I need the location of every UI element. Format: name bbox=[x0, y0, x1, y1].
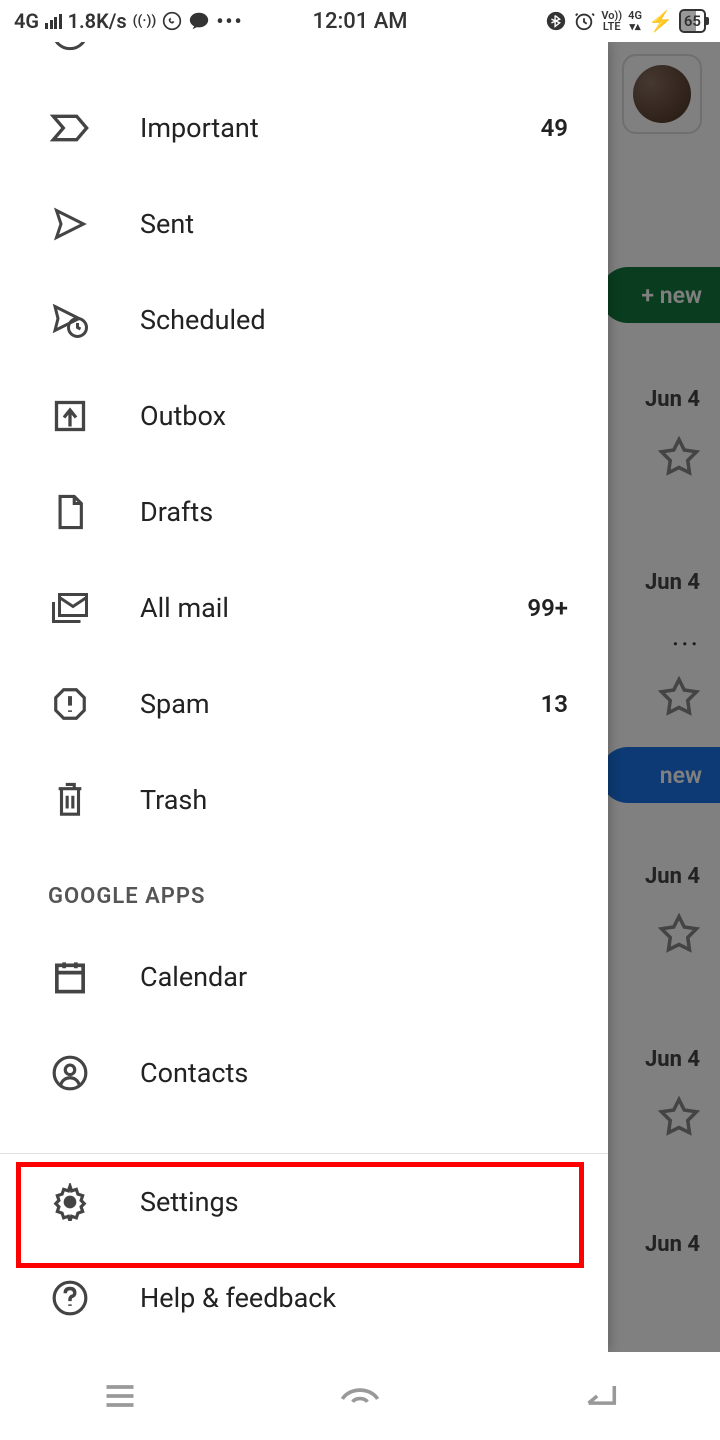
charging-icon: ⚡ bbox=[648, 9, 673, 33]
drawer-item-trash[interactable]: Trash bbox=[0, 752, 608, 848]
alarm-icon bbox=[573, 10, 595, 32]
drawer-count: 99+ bbox=[527, 594, 568, 622]
allmail-icon bbox=[48, 586, 92, 630]
email-date: Jun 4 bbox=[645, 387, 700, 412]
battery-indicator: 65 bbox=[679, 9, 706, 33]
drawer-label: All mail bbox=[140, 592, 527, 624]
calendar-icon bbox=[48, 955, 92, 999]
drawer-count: 13 bbox=[541, 690, 568, 718]
ellipsis: ... bbox=[672, 619, 700, 652]
nav-recent-button[interactable] bbox=[90, 1366, 150, 1426]
new-badge-blue[interactable]: new bbox=[608, 747, 720, 803]
snoozed-icon bbox=[48, 42, 92, 54]
more-icon: ••• bbox=[216, 9, 243, 33]
volte-indicator: Vo)) LTE bbox=[601, 10, 622, 32]
drawer-label: Important bbox=[140, 112, 541, 144]
email-date: Jun 4 bbox=[645, 1047, 700, 1072]
drawer-label: Outbox bbox=[140, 400, 568, 432]
drawer-label: Contacts bbox=[140, 1057, 568, 1089]
contacts-icon bbox=[48, 1051, 92, 1095]
data-speed: 1.8K/s bbox=[68, 9, 127, 33]
drawer-item-drafts[interactable]: Drafts bbox=[0, 464, 608, 560]
4g-indicator-2: 4G ▾▴ bbox=[628, 10, 642, 32]
star-icon[interactable] bbox=[658, 913, 700, 955]
help-icon bbox=[48, 1276, 92, 1320]
drawer-label: Scheduled bbox=[140, 304, 568, 336]
drawer-label: Settings bbox=[140, 1186, 568, 1218]
hotspot-icon: ((·)) bbox=[133, 13, 157, 29]
drawer-label: Snoozed bbox=[140, 42, 568, 48]
drawer-item-calendar[interactable]: Calendar bbox=[0, 929, 608, 1025]
nav-home-button[interactable] bbox=[330, 1366, 390, 1426]
settings-icon bbox=[48, 1180, 92, 1224]
drawer-label: Drafts bbox=[140, 496, 568, 528]
drawer-item-allmail[interactable]: All mail 99+ bbox=[0, 560, 608, 656]
drawer-item-outbox[interactable]: Outbox bbox=[0, 368, 608, 464]
drawer-label: Trash bbox=[140, 784, 568, 816]
whatsapp-icon bbox=[162, 11, 182, 31]
drawer-item-contacts[interactable]: Contacts bbox=[0, 1025, 608, 1121]
spam-icon bbox=[48, 682, 92, 726]
section-header-google-apps: GOOGLE APPS bbox=[0, 848, 608, 929]
drawer-label: Calendar bbox=[140, 961, 568, 993]
drawer-count: 49 bbox=[541, 114, 568, 142]
system-nav-bar bbox=[0, 1352, 720, 1440]
drawer-item-important[interactable]: Important 49 bbox=[0, 80, 608, 176]
email-date: Jun 4 bbox=[645, 864, 700, 889]
star-icon[interactable] bbox=[658, 1096, 700, 1138]
drafts-icon bbox=[48, 490, 92, 534]
message-icon bbox=[188, 10, 210, 32]
drawer-item-snoozed[interactable]: Snoozed bbox=[0, 42, 608, 80]
status-time: 12:01 AM bbox=[312, 9, 407, 34]
email-date: Jun 4 bbox=[645, 1232, 700, 1257]
drawer-item-settings[interactable]: Settings bbox=[0, 1154, 608, 1250]
drawer-label: Help & feedback bbox=[140, 1282, 568, 1314]
status-left: 4G 1.8K/s ((·)) ••• bbox=[14, 9, 244, 33]
important-icon bbox=[48, 106, 92, 150]
drawer-item-help[interactable]: Help & feedback bbox=[0, 1250, 608, 1346]
signal-icon bbox=[45, 14, 62, 29]
drawer-item-spam[interactable]: Spam 13 bbox=[0, 656, 608, 752]
star-icon[interactable] bbox=[658, 676, 700, 718]
scheduled-icon bbox=[48, 298, 92, 342]
profile-avatar-card[interactable] bbox=[622, 54, 702, 134]
star-icon[interactable] bbox=[658, 436, 700, 478]
navigation-drawer: Snoozed Important 49 Sent Scheduled bbox=[0, 42, 608, 1352]
avatar-image bbox=[633, 65, 691, 123]
trash-icon bbox=[48, 778, 92, 822]
drawer-item-sent[interactable]: Sent bbox=[0, 176, 608, 272]
bluetooth-icon bbox=[545, 10, 567, 32]
drawer-label: Spam bbox=[140, 688, 541, 720]
email-date: Jun 4 bbox=[645, 570, 700, 595]
background-inbox: + new Jun 4 Jun 4 ... new Jun 4 Jun 4 Ju… bbox=[608, 42, 720, 1352]
network-type: 4G bbox=[14, 9, 39, 33]
new-badge-green[interactable]: + new bbox=[608, 267, 720, 323]
status-right: Vo)) LTE 4G ▾▴ ⚡ 65 bbox=[545, 9, 706, 33]
outbox-icon bbox=[48, 394, 92, 438]
status-bar: 4G 1.8K/s ((·)) ••• 12:01 AM Vo)) LTE 4G… bbox=[0, 0, 720, 42]
drawer-label: Sent bbox=[140, 208, 568, 240]
nav-back-button[interactable] bbox=[570, 1366, 630, 1426]
drawer-item-scheduled[interactable]: Scheduled bbox=[0, 272, 608, 368]
sent-icon bbox=[48, 202, 92, 246]
